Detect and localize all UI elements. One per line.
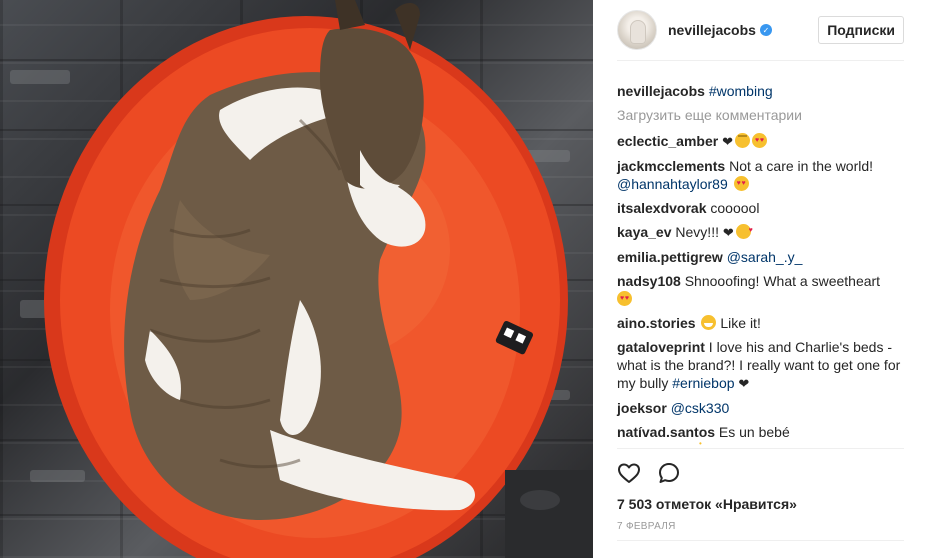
comment-hashtag[interactable]: #erniebop [672, 375, 734, 391]
comment-item: eclectic_amber ❤ [617, 132, 904, 151]
comment-username[interactable]: nadsy108 [617, 273, 681, 289]
speech-bubble-icon[interactable] [657, 461, 681, 485]
kiss-face-emoji-icon [735, 222, 753, 240]
post-actions: 7 503 отметок «Нравится» 7 ФЕВРАЛЯ [617, 448, 904, 532]
heart-eyes-emoji-icon [751, 133, 767, 148]
comment-username[interactable]: itsalexdvorak [617, 200, 707, 216]
action-icons [617, 459, 904, 487]
comment-text: coooool [710, 200, 760, 216]
avatar[interactable] [617, 10, 657, 50]
comment-username[interactable]: gataloveprint [617, 339, 705, 355]
verified-badge-icon: ✓ [759, 24, 772, 36]
heart-eyes-emoji-icon [617, 291, 632, 306]
dizzy-face-emoji-icon [734, 133, 750, 148]
heart-outline-icon[interactable] [617, 461, 641, 485]
comment-text: Es un bebé [718, 424, 790, 440]
comment-text: Nevy!!! [675, 224, 719, 240]
caption-hashtag[interactable]: #wombing [709, 83, 773, 99]
post-date[interactable]: 7 ФЕВРАЛЯ [617, 521, 904, 532]
caption: nevillejacobs #wombing [617, 82, 904, 100]
add-comment-area[interactable] [617, 540, 904, 558]
author-username[interactable]: nevillejacobs [668, 22, 756, 38]
heart-emoji-icon: ❤ [722, 225, 734, 240]
comment-item: gataloveprint I love his and Charlie's b… [617, 338, 904, 393]
grinning-face-emoji-icon [701, 315, 717, 330]
comment-mention[interactable]: @hannahtaylor89 [617, 176, 728, 192]
comment-username[interactable]: kaya_ev [617, 224, 672, 240]
post-header: nevillejacobs ✓ Подписки [617, 0, 904, 61]
comment-item: nadsy108 Shnooofing! What a sweetheart [617, 272, 904, 308]
comment-item: emilia.pettigrew @sarah_.y_ [617, 248, 904, 266]
instagram-post: nevillejacobs ✓ Подписки nevillejacobs #… [0, 0, 927, 558]
comment-text: Like it! [720, 315, 761, 331]
post-sidebar: nevillejacobs ✓ Подписки nevillejacobs #… [593, 0, 927, 558]
comment-username[interactable]: emilia.pettigrew [617, 249, 723, 265]
comments-list: nevillejacobs #wombing Загрузить еще ком… [617, 61, 904, 453]
comment-text: Not a care in the world! [729, 158, 874, 174]
comment-item: aino.stories Like it! [617, 314, 904, 332]
photo-illustration [0, 0, 593, 558]
likes-count[interactable]: 7 503 отметок «Нравится» [617, 496, 904, 512]
comment-item: joeksor @csk330 [617, 399, 904, 417]
post-photo[interactable] [0, 0, 593, 558]
comment-username[interactable]: aino.stories [617, 315, 696, 331]
comment-text: Shnooofing! What a sweetheart [684, 273, 881, 289]
heart-emoji-icon: ❤ [722, 134, 733, 149]
following-button[interactable]: Подписки [818, 16, 904, 44]
load-more-comments-link[interactable]: Загрузить еще комментарии [617, 106, 904, 124]
comment-username[interactable]: jackmcclements [617, 158, 725, 174]
comment-item: itsalexdvorak coooool [617, 199, 904, 217]
comment-item: jackmcclements Not a care in the world! … [617, 157, 904, 193]
heart-eyes-emoji-icon [733, 176, 749, 191]
comment-username[interactable]: eclectic_amber [617, 133, 718, 149]
comment-item: kaya_ev Nevy!!! ❤ [617, 222, 904, 242]
caption-username[interactable]: nevillejacobs [617, 83, 705, 99]
comment-username[interactable]: joeksor [617, 400, 667, 416]
comment-mention[interactable]: @sarah_.y_ [727, 249, 803, 265]
comment-mention[interactable]: @csk330 [671, 400, 730, 416]
heart-emoji-icon: ❤ [738, 376, 750, 391]
